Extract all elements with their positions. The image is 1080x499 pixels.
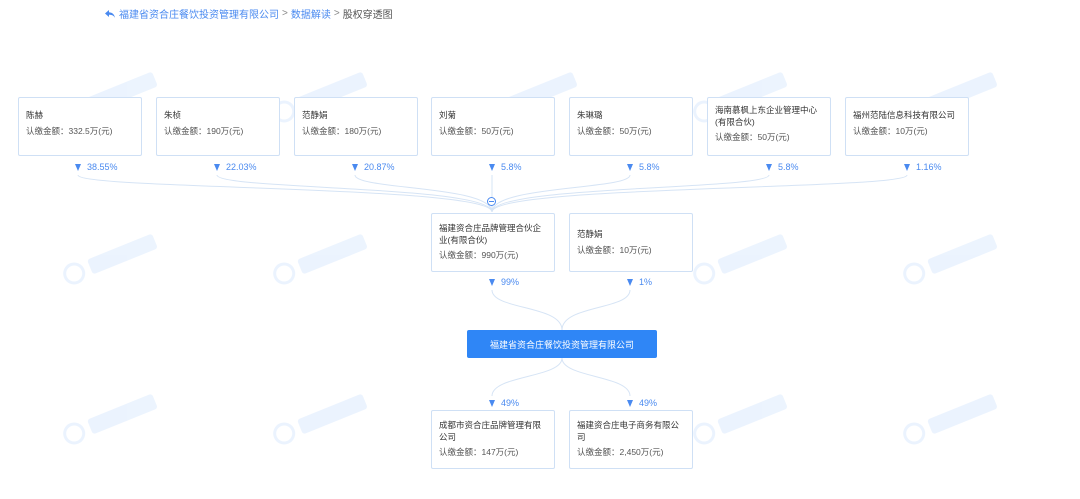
investment-name: 成都市资合庄品牌管理有限公司 <box>439 420 542 442</box>
investment-node[interactable]: 福建资合庄电子商务有限公司 认缴金额：2,450万(元) <box>569 410 693 469</box>
shareholder-node[interactable]: 范静娟 认缴金额：10万(元) <box>569 213 693 272</box>
down-arrow-icon <box>214 163 220 171</box>
equity-percent: 5.8% <box>627 162 660 172</box>
equity-percent: 49% <box>489 398 519 408</box>
shareholder-amount: 认缴金额：10万(元) <box>853 126 928 136</box>
shareholder-name: 刘菊 <box>439 110 457 120</box>
shareholder-name: 朱琳璐 <box>577 110 603 120</box>
equity-percent: 99% <box>489 277 519 287</box>
down-arrow-icon <box>627 163 633 171</box>
shareholder-node[interactable]: 福州范陆信息科技有限公司 认缴金额：10万(元) <box>845 97 969 156</box>
equity-percent: 22.03% <box>214 162 257 172</box>
shareholder-name: 福州范陆信息科技有限公司 <box>853 110 956 120</box>
shareholder-amount: 认缴金额：180万(元) <box>302 126 382 136</box>
equity-percent: 1% <box>627 277 652 287</box>
shareholder-node[interactable]: 福建资合庄品牌管理合伙企业(有限合伙) 认缴金额：990万(元) <box>431 213 555 272</box>
equity-percent: 20.87% <box>352 162 395 172</box>
shareholder-name: 范静娟 <box>302 110 328 120</box>
investment-node[interactable]: 成都市资合庄品牌管理有限公司 认缴金额：147万(元) <box>431 410 555 469</box>
shareholder-amount: 认缴金额：50万(元) <box>577 126 652 136</box>
down-arrow-icon <box>627 278 633 286</box>
shareholder-name: 范静娟 <box>577 229 603 239</box>
shareholder-amount: 认缴金额：990万(元) <box>439 250 519 260</box>
shareholder-node[interactable]: 朱琳璐 认缴金额：50万(元) <box>569 97 693 156</box>
shareholder-amount: 认缴金额：332.5万(元) <box>26 126 113 136</box>
down-arrow-icon <box>627 399 633 407</box>
collapse-toggle-icon[interactable] <box>487 197 496 206</box>
investment-amount: 认缴金额：147万(元) <box>439 447 519 457</box>
shareholder-name: 海南慕枫上东企业管理中心(有限合伙) <box>715 105 818 127</box>
shareholder-node[interactable]: 刘菊 认缴金额：50万(元) <box>431 97 555 156</box>
down-arrow-icon <box>489 399 495 407</box>
center-company-node[interactable]: 福建省资合庄餐饮投资管理有限公司 <box>467 330 657 358</box>
down-arrow-icon <box>904 163 910 171</box>
down-arrow-icon <box>352 163 358 171</box>
equity-percent: 5.8% <box>766 162 799 172</box>
down-arrow-icon <box>489 278 495 286</box>
down-arrow-icon <box>75 163 81 171</box>
shareholder-amount: 认缴金额：50万(元) <box>439 126 514 136</box>
shareholder-name: 陈赫 <box>26 110 44 120</box>
down-arrow-icon <box>489 163 495 171</box>
investment-amount: 认缴金额：2,450万(元) <box>577 447 664 457</box>
shareholder-node[interactable]: 范静娟 认缴金额：180万(元) <box>294 97 418 156</box>
shareholder-node[interactable]: 朱桢 认缴金额：190万(元) <box>156 97 280 156</box>
equity-percent: 5.8% <box>489 162 522 172</box>
shareholder-name: 朱桢 <box>164 110 182 120</box>
equity-percent: 38.55% <box>75 162 118 172</box>
down-arrow-icon <box>766 163 772 171</box>
shareholder-amount: 认缴金额：190万(元) <box>164 126 244 136</box>
shareholder-amount: 认缴金额：10万(元) <box>577 245 652 255</box>
shareholder-amount: 认缴金额：50万(元) <box>715 132 790 142</box>
shareholder-name: 福建资合庄品牌管理合伙企业(有限合伙) <box>439 223 542 245</box>
shareholder-node[interactable]: 陈赫 认缴金额：332.5万(元) <box>18 97 142 156</box>
shareholder-node[interactable]: 海南慕枫上东企业管理中心(有限合伙) 认缴金额：50万(元) <box>707 97 831 156</box>
investment-name: 福建资合庄电子商务有限公司 <box>577 420 680 442</box>
equity-percent: 1.16% <box>904 162 942 172</box>
equity-percent: 49% <box>627 398 657 408</box>
